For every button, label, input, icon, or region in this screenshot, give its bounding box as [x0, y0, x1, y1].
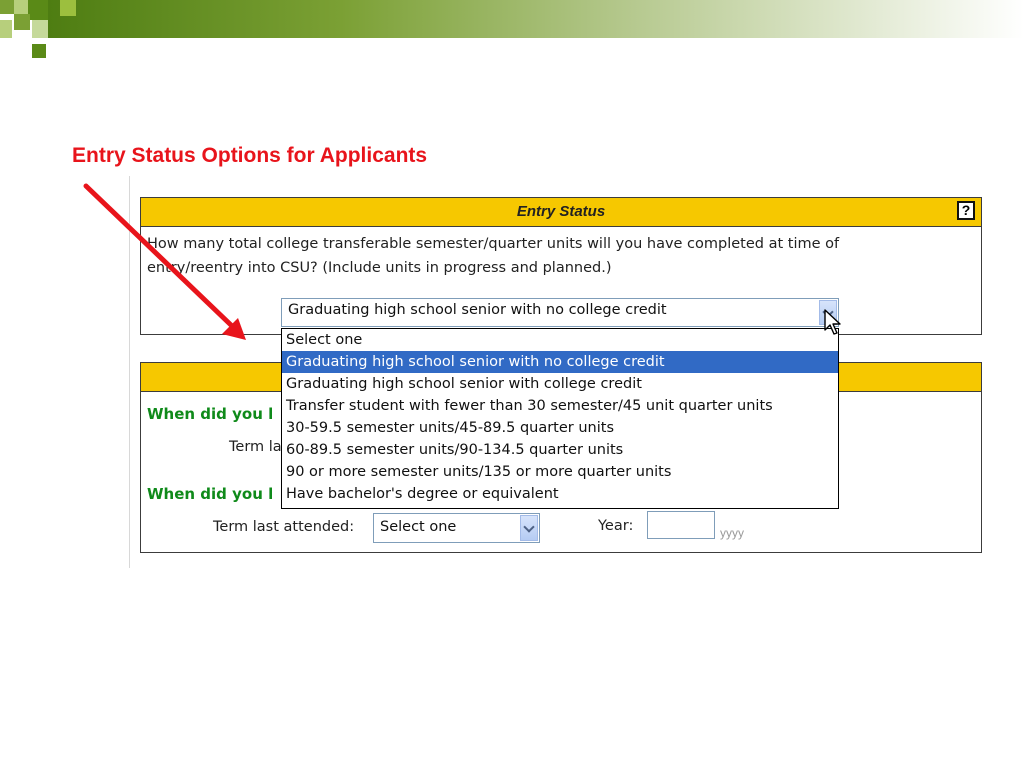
red-pointer-arrow: [83, 183, 246, 340]
